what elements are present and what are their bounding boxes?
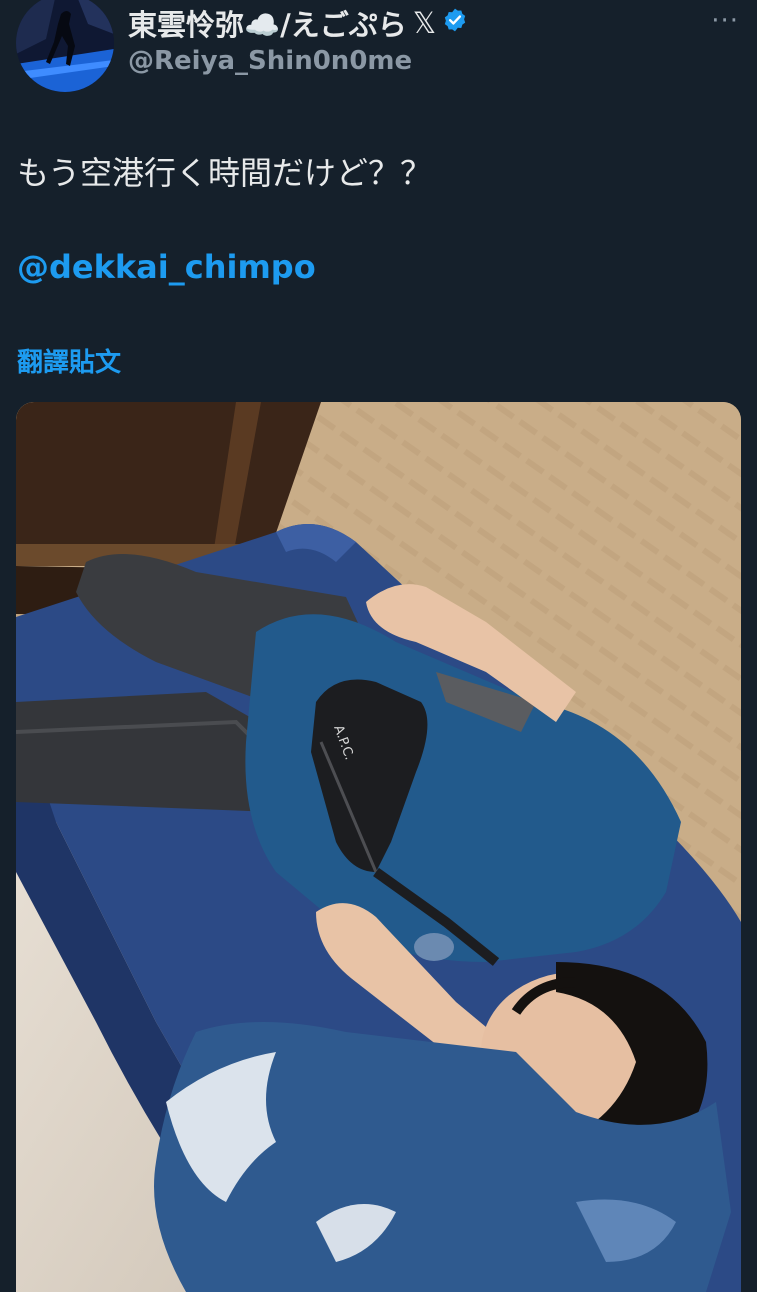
display-name-text: 東雲怜弥☁️/えごぷら [128,8,407,42]
tweet-photo[interactable]: A.P.C. [16,402,741,1292]
tweet-text: もう空港行く時間だけど？？ [17,154,433,192]
translate-post-button[interactable]: 翻譯貼文 [17,342,121,379]
verified-badge-icon [442,6,468,40]
avatar[interactable] [16,0,114,92]
x-logo-icon: 𝕏 [412,6,437,40]
more-options-icon[interactable]: ··· [711,6,739,36]
display-name[interactable]: 東雲怜弥☁️/えごぷら 𝕏 [128,2,468,44]
mention-link[interactable]: @dekkai_chimpo [17,248,316,286]
tweet-header: 東雲怜弥☁️/えごぷら 𝕏 @Reiya_Shin0n0me ··· [0,0,757,100]
user-handle[interactable]: @Reiya_Shin0n0me [128,46,412,76]
